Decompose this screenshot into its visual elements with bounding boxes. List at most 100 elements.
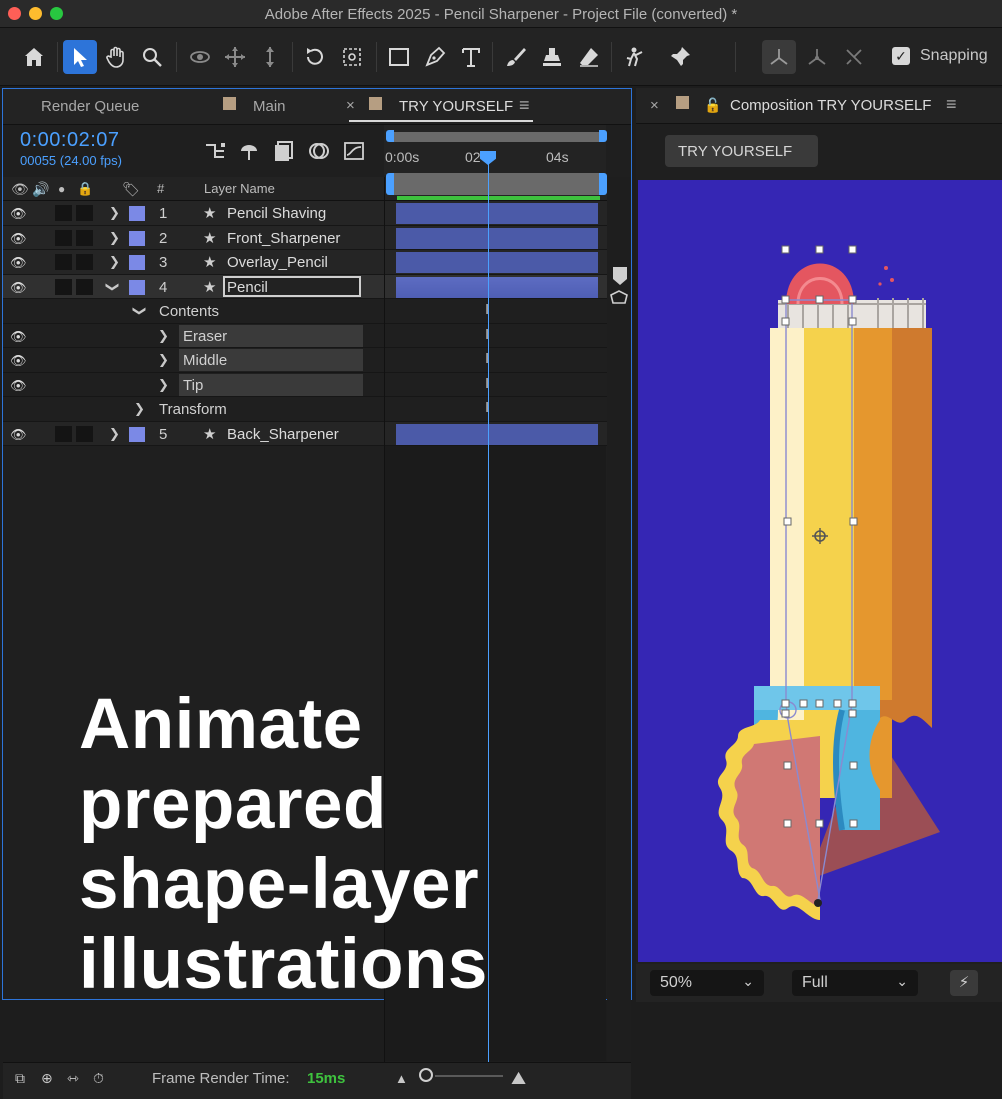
- solo-switch[interactable]: [55, 229, 72, 246]
- solo-switch[interactable]: [55, 278, 72, 295]
- close-tab-icon[interactable]: ×: [650, 97, 659, 114]
- work-area-end-handle[interactable]: [599, 130, 607, 142]
- layer-label-color[interactable]: [129, 426, 145, 442]
- current-time-display[interactable]: 0:00:02:07: [20, 129, 120, 152]
- pin-icon[interactable]: [663, 40, 697, 74]
- layer-row[interactable]: 👁 ❯ 5 ★ Back_Sharpener: [3, 421, 631, 446]
- shape-group-name[interactable]: Middle: [183, 352, 227, 369]
- pan-behind-tool-icon[interactable]: [335, 40, 369, 74]
- orbit-camera-icon[interactable]: [183, 40, 217, 74]
- property-group-row[interactable]: ❯ Contents I: [3, 299, 631, 324]
- contents-group-label[interactable]: Contents: [159, 303, 219, 320]
- tab-main[interactable]: Main: [253, 98, 286, 115]
- layer-duration-bar[interactable]: [396, 203, 598, 224]
- visibility-eye-icon[interactable]: 👁: [10, 231, 27, 247]
- lock-switch[interactable]: [76, 425, 93, 442]
- work-area-region[interactable]: [391, 173, 603, 195]
- visibility-eye-icon[interactable]: 👁: [10, 353, 27, 369]
- layer-duration-bar[interactable]: [396, 227, 598, 249]
- zoom-in-mountain-icon[interactable]: ⛰: [511, 1068, 526, 1089]
- expand-chevron-icon[interactable]: ❯: [109, 254, 120, 270]
- layer-name[interactable]: Overlay_Pencil: [227, 254, 328, 271]
- layer-name[interactable]: Pencil: [227, 279, 268, 296]
- resolution-dropdown[interactable]: Full ⌄: [792, 970, 918, 996]
- selection-tool-icon[interactable]: [63, 40, 97, 74]
- zoom-out-mountain-icon[interactable]: ▲: [395, 1071, 408, 1086]
- eraser-tool-icon[interactable]: [572, 40, 606, 74]
- clone-stamp-icon[interactable]: [535, 40, 569, 74]
- shy-layers-icon[interactable]: [237, 139, 261, 163]
- property-group-row[interactable]: ❯ Transform I: [3, 397, 631, 422]
- frame-blending-icon[interactable]: [272, 139, 296, 163]
- composition-viewer[interactable]: [638, 180, 1002, 962]
- shape-group-row[interactable]: 👁 ❯ Eraser I: [3, 323, 631, 348]
- shape-group-row[interactable]: 👁 ❯ Tip I: [3, 372, 631, 397]
- layer-switches-icon[interactable]: ⧉: [15, 1070, 25, 1087]
- composition-navigator-button[interactable]: TRY YOURSELF: [665, 135, 818, 167]
- visibility-eye-icon[interactable]: 👁: [10, 378, 27, 394]
- expand-chevron-icon[interactable]: ❯: [158, 377, 169, 393]
- layer-label-color[interactable]: [129, 279, 145, 295]
- visibility-eye-icon[interactable]: 👁: [10, 255, 27, 271]
- type-tool-icon[interactable]: [454, 40, 488, 74]
- magnification-dropdown[interactable]: 50% ⌄: [650, 970, 764, 996]
- solo-switch[interactable]: [55, 205, 72, 221]
- rectangle-tool-icon[interactable]: [382, 40, 416, 74]
- work-area-bar[interactable]: [390, 132, 602, 142]
- graph-editor-icon[interactable]: [342, 139, 366, 163]
- in-out-panes-icon[interactable]: ⇿: [67, 1070, 79, 1087]
- expand-chevron-icon[interactable]: ❯: [134, 401, 145, 417]
- column-layer-name[interactable]: Layer Name: [204, 181, 275, 196]
- visibility-eye-icon[interactable]: 👁: [10, 206, 27, 222]
- tab-render-queue[interactable]: Render Queue: [41, 98, 139, 115]
- snapping-checkbox[interactable]: ✓: [892, 47, 910, 65]
- zoom-slider-track[interactable]: [435, 1075, 503, 1077]
- zoom-tool-icon[interactable]: [135, 40, 169, 74]
- layer-row[interactable]: 👁 ❯ 2 ★ Front_Sharpener: [3, 225, 631, 250]
- pencil-sharpener-illustration[interactable]: [638, 180, 1002, 962]
- layer-duration-bar[interactable]: [396, 252, 598, 273]
- shape-group-row[interactable]: 👁 ❯ Middle I: [3, 348, 631, 373]
- motion-blur-icon[interactable]: [307, 139, 331, 163]
- layer-duration-bar[interactable]: [396, 276, 598, 298]
- work-area-in-handle[interactable]: [386, 173, 394, 195]
- transform-group-label[interactable]: Transform: [159, 401, 227, 418]
- snapping-toggle[interactable]: ✓ Snapping: [892, 47, 988, 65]
- home-icon[interactable]: [17, 40, 51, 74]
- panel-menu-icon[interactable]: ≡: [519, 95, 530, 116]
- layer-name[interactable]: Back_Sharpener: [227, 426, 339, 443]
- lock-switch[interactable]: [76, 205, 93, 221]
- layer-label-color[interactable]: [129, 206, 145, 221]
- panel-menu-icon[interactable]: ≡: [946, 94, 957, 115]
- visibility-eye-icon[interactable]: 👁: [10, 280, 27, 296]
- close-tab-icon[interactable]: ×: [346, 97, 355, 114]
- expand-chevron-icon[interactable]: ❯: [109, 230, 120, 246]
- hand-tool-icon[interactable]: [99, 40, 133, 74]
- lock-icon[interactable]: 🔓: [704, 97, 721, 114]
- lock-switch[interactable]: [76, 254, 93, 270]
- work-area-out-handle[interactable]: [599, 173, 607, 195]
- layer-row[interactable]: 👁 ❯ 3 ★ Overlay_Pencil: [3, 250, 631, 275]
- collapse-chevron-icon[interactable]: ❯: [131, 306, 147, 317]
- solo-switch[interactable]: [55, 254, 72, 270]
- collapse-chevron-icon[interactable]: ❯: [104, 281, 120, 292]
- solo-switch[interactable]: [55, 425, 72, 442]
- shape-group-name[interactable]: Eraser: [183, 328, 227, 345]
- composition-flowchart-icon[interactable]: [203, 139, 227, 163]
- shape-group-name[interactable]: Tip: [183, 377, 203, 394]
- visibility-eye-icon[interactable]: 👁: [10, 427, 27, 443]
- lock-switch[interactable]: [76, 229, 93, 246]
- world-axis-mode-icon[interactable]: [800, 40, 834, 74]
- view-axis-mode-icon[interactable]: [837, 40, 871, 74]
- lock-switch[interactable]: [76, 278, 93, 295]
- expand-chevron-icon[interactable]: ❯: [109, 426, 120, 442]
- expand-chevron-icon[interactable]: ❯: [158, 352, 169, 368]
- expand-chevron-icon[interactable]: ❯: [158, 328, 169, 344]
- work-area-start-handle[interactable]: [386, 130, 394, 142]
- layer-label-color[interactable]: [129, 255, 145, 270]
- pen-tool-icon[interactable]: [418, 40, 452, 74]
- comp-marker-bin-icon[interactable]: [607, 265, 631, 315]
- layer-name[interactable]: Pencil Shaving: [227, 205, 326, 222]
- tab-try-yourself[interactable]: TRY YOURSELF: [399, 98, 513, 115]
- layer-label-color[interactable]: [129, 230, 145, 246]
